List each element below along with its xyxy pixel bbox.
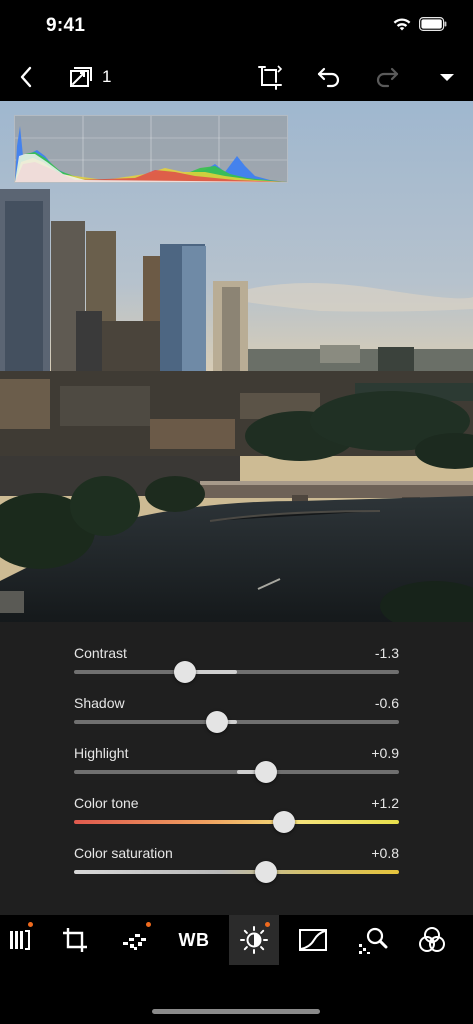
back-icon [20, 66, 32, 88]
tone-curve-icon [299, 929, 327, 951]
slider-track[interactable] [74, 870, 399, 874]
adjust-filter-icon [10, 930, 30, 950]
slider-label: Color tone [74, 795, 139, 811]
slider-track[interactable] [74, 820, 399, 824]
wifi-icon [393, 18, 411, 31]
shadow-slider[interactable]: Shadow -0.6 [74, 695, 399, 735]
tab-detail[interactable] [347, 915, 397, 965]
crop-rotate-button[interactable] [254, 62, 286, 92]
tab-effects[interactable] [110, 915, 160, 965]
tab-light[interactable] [229, 915, 279, 965]
effects-icon [123, 934, 146, 950]
slider-thumb[interactable] [254, 861, 277, 883]
detail-icon [359, 927, 388, 954]
modified-dot [265, 922, 270, 927]
copy-count: 1 [102, 67, 112, 86]
menu-button[interactable] [434, 62, 460, 92]
color-saturation-slider[interactable]: Color saturation +0.8 [74, 845, 399, 885]
slider-thumb[interactable] [254, 761, 277, 783]
top-toolbar: 1 [0, 54, 473, 100]
redo-icon [376, 67, 399, 88]
modified-dot [28, 922, 33, 927]
copy-adjust-icon [70, 67, 92, 87]
contrast-slider[interactable]: Contrast -1.3 [74, 645, 399, 685]
slider-label: Highlight [74, 745, 129, 761]
tab-color[interactable] [407, 915, 457, 965]
color-icon [419, 927, 445, 952]
tab-white-balance[interactable]: WB [169, 915, 219, 965]
slider-value: +0.8 [371, 845, 399, 861]
crop-icon [63, 928, 87, 952]
slider-label: Shadow [74, 695, 125, 711]
undo-icon [317, 67, 340, 88]
photo-preview[interactable] [0, 101, 473, 622]
slider-thumb[interactable] [173, 661, 196, 683]
slider-value: +1.2 [371, 795, 399, 811]
adjustment-panel: Contrast -1.3 Shadow -0.6 Highlight +0.9… [0, 622, 473, 915]
home-indicator [152, 1009, 320, 1014]
slider-track[interactable] [74, 770, 399, 774]
light-icon [240, 926, 268, 954]
battery-icon [419, 17, 447, 31]
tab-adjust-filter[interactable] [0, 915, 42, 965]
tab-tone-curve[interactable] [288, 915, 338, 965]
copy-adjustments-button[interactable]: 1 [68, 62, 118, 92]
redo-button[interactable] [372, 62, 402, 92]
color-tone-slider[interactable]: Color tone +1.2 [74, 795, 399, 835]
highlight-slider[interactable]: Highlight +0.9 [74, 745, 399, 785]
back-button[interactable] [12, 62, 40, 92]
histogram-graph [15, 116, 287, 182]
slider-value: -0.6 [374, 695, 399, 711]
status-time: 9:41 [46, 15, 86, 36]
status-bar: 9:41 [0, 0, 473, 50]
slider-value: +0.9 [371, 745, 399, 761]
modified-dot [146, 922, 151, 927]
slider-thumb[interactable] [272, 811, 295, 833]
slider-thumb[interactable] [206, 711, 228, 733]
histogram [14, 115, 288, 183]
tab-crop[interactable] [50, 915, 100, 965]
undo-button[interactable] [314, 62, 344, 92]
menu-chevron-icon [440, 74, 454, 81]
tool-tabs: WB [0, 915, 473, 965]
slider-value: -1.3 [374, 645, 399, 661]
slider-track[interactable] [74, 720, 399, 724]
crop-rotate-icon [258, 65, 283, 90]
white-balance-icon: WB [178, 929, 210, 950]
slider-track[interactable] [74, 670, 399, 674]
slider-label: Contrast [74, 645, 127, 661]
slider-label: Color saturation [74, 845, 173, 861]
